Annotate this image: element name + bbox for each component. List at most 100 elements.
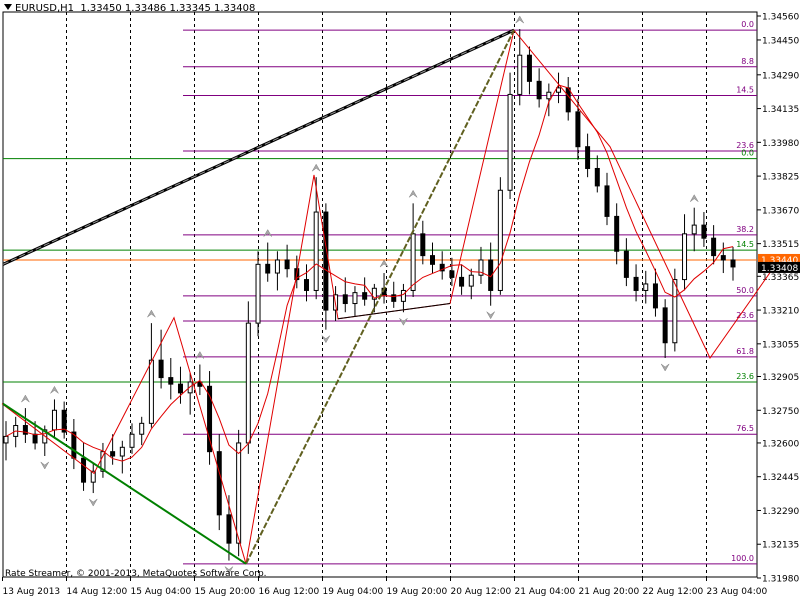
chart-window: 13 Aug 2013 14 Aug 12:00 15 Aug 04:00 15 Au… — [0, 0, 800, 600]
candle-body — [701, 224, 707, 239]
plot-frame — [2, 11, 758, 578]
y-tick-label: 1.33365 — [762, 273, 799, 283]
fibo-level-label: 23.6 — [736, 372, 754, 381]
dropdown-triangle-icon[interactable] — [4, 4, 12, 10]
fractal-down-arrow-icon — [399, 318, 408, 326]
y-tick-label: 1.32600 — [762, 439, 799, 449]
fibo-level-label: 0.0 — [741, 149, 754, 158]
candle-body — [3, 435, 9, 444]
candle-body — [226, 514, 232, 544]
candle-body — [556, 87, 562, 93]
candle-body — [526, 54, 532, 82]
y-tick-label: 1.33515 — [762, 240, 799, 250]
candle-body — [623, 250, 629, 278]
candle-body — [177, 383, 183, 394]
symbol-timeframe: EURUSD,H1 — [15, 3, 75, 14]
candle-body — [662, 307, 668, 344]
fibo-level-label: 14.5 — [736, 86, 754, 95]
candle-body — [730, 259, 736, 268]
candle-body — [158, 359, 164, 379]
candle-body — [633, 276, 639, 291]
candle-body — [81, 457, 87, 483]
candle-body — [652, 283, 658, 309]
y-tick-label: 1.33055 — [762, 340, 799, 350]
candle-body — [691, 224, 697, 235]
fractal-down-arrow-icon — [660, 363, 670, 372]
candle-body — [575, 111, 581, 148]
fractal-up-arrow-icon — [263, 229, 272, 237]
y-tick-label: 1.34450 — [762, 36, 799, 46]
candle-body — [129, 433, 135, 448]
ohlc-open: 1.33450 — [80, 3, 122, 14]
candle-body — [517, 54, 523, 95]
fractal-up-arrow-icon — [21, 394, 30, 403]
candle-body — [362, 292, 368, 300]
candle-body — [110, 451, 116, 457]
candle-body — [342, 294, 348, 305]
candle-body — [459, 276, 465, 287]
candle-body — [284, 259, 290, 270]
fractal-up-arrow-icon — [147, 309, 156, 318]
candle-body — [430, 255, 436, 265]
x-tick-label: 19 Aug 04:00 — [323, 587, 384, 597]
y-tick-label: 1.33210 — [762, 307, 799, 317]
candle-body — [643, 283, 649, 291]
candle-body — [265, 263, 271, 274]
y-tick-label: 1.34135 — [762, 105, 799, 115]
y-tick-label: 1.32750 — [762, 407, 799, 417]
candle-body — [536, 80, 542, 100]
y-tick-label: 1.34290 — [762, 71, 799, 81]
fractal-up-arrow-icon — [50, 385, 59, 394]
x-tick-label: 21 Aug 20:00 — [579, 587, 640, 597]
copyright-text: Rate Streamer, © 2001-2013, MetaQuotes S… — [5, 569, 267, 579]
candle-body — [32, 433, 38, 444]
candle-body — [255, 263, 261, 324]
candle-body — [565, 87, 571, 113]
candle-body — [604, 185, 610, 217]
candle-body — [139, 422, 145, 435]
y-tick-label: 1.33980 — [762, 139, 799, 149]
candle-body — [303, 279, 309, 291]
y-tick-label: 1.33825 — [762, 173, 799, 183]
x-tick-label: 23 Aug 04:00 — [707, 587, 768, 597]
candle-body — [468, 274, 474, 287]
x-tick-label: 21 Aug 04:00 — [515, 587, 576, 597]
fibo-level-label: 100.0 — [731, 554, 754, 563]
x-tick-label: 22 Aug 12:00 — [643, 587, 704, 597]
x-tick-label: 15 Aug 04:00 — [131, 587, 192, 597]
x-tick-label: 13 Aug 2013 — [3, 587, 61, 597]
candle-body — [323, 211, 329, 311]
fractal-down-arrow-icon — [89, 498, 98, 507]
fractal-down-arrow-icon — [486, 311, 495, 320]
fractal-up-arrow-icon — [408, 189, 418, 198]
candle-body — [507, 93, 513, 191]
candle-body — [313, 211, 319, 291]
fractal-up-arrow-icon — [195, 351, 205, 359]
fibo-level-label: 14.5 — [736, 240, 754, 249]
candle-body — [594, 167, 600, 187]
y-tick-label: 1.32445 — [762, 473, 799, 483]
fibo-level-label: 61.8 — [736, 347, 754, 356]
candle-body — [614, 215, 620, 252]
fibo-level-label: 8.8 — [741, 57, 754, 66]
y-tick-label: 1.33670 — [762, 206, 799, 216]
fractal-down-arrow-icon — [321, 335, 331, 344]
price-chart[interactable]: 13 Aug 2013 14 Aug 12:00 15 Aug 04:00 15 Au… — [0, 0, 800, 600]
y-tick-label: 1.31980 — [762, 575, 799, 585]
fractal-down-arrow-icon — [40, 461, 49, 470]
price-tag-current: 1.33408 — [761, 264, 798, 274]
candle-body — [148, 359, 154, 424]
candle-body — [497, 189, 503, 291]
candle-body — [352, 292, 358, 305]
candle-body — [585, 146, 591, 169]
candle-body — [168, 377, 174, 385]
candle-body — [274, 259, 280, 274]
fractal-up-arrow-icon — [379, 259, 389, 268]
candle-body — [245, 322, 251, 444]
candle-body — [400, 289, 406, 302]
y-tick-label: 1.32135 — [762, 541, 799, 551]
candle-body — [720, 255, 726, 261]
candle-body — [449, 270, 455, 278]
x-tick-label: 14 Aug 12:00 — [67, 587, 128, 597]
y-tick-label: 1.32290 — [762, 507, 799, 517]
